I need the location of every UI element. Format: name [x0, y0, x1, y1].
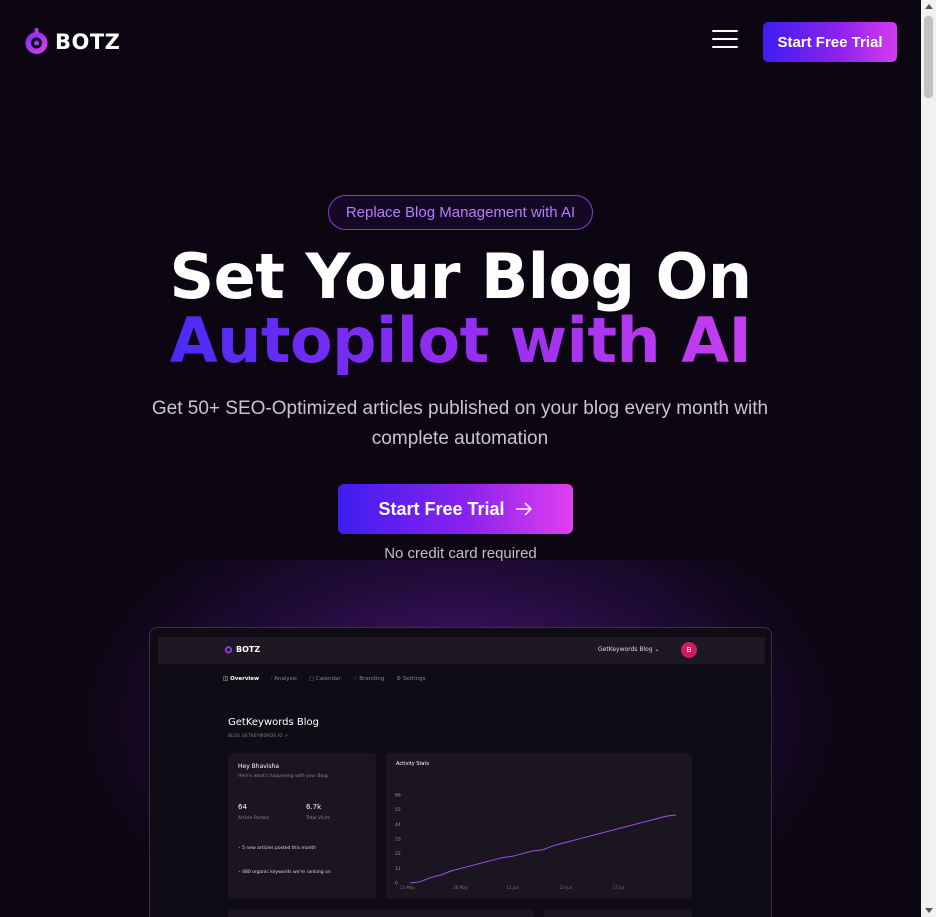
scroll-down-icon[interactable]	[925, 908, 933, 913]
hamburger-icon[interactable]	[712, 30, 738, 50]
botz-logo-icon	[224, 646, 233, 654]
no-credit-card-note: No credit card required	[384, 545, 537, 562]
stat-articles-value: 64	[238, 803, 247, 811]
x-tick-label: 26 May	[453, 885, 468, 890]
y-tick-label: 22	[395, 851, 401, 857]
hero-badge: Replace Blog Management with AI	[328, 195, 593, 230]
blog-selector-label: GetKeywords Blog	[598, 646, 653, 653]
activity-series-line	[409, 814, 677, 884]
y-tick-label: 0	[395, 881, 398, 887]
scroll-up-icon[interactable]	[925, 4, 933, 9]
brand-logo[interactable]: BOTZ	[24, 28, 120, 56]
x-tick-label: 11 Jun	[506, 885, 519, 890]
tab-calendar[interactable]: ▢ Calendar	[309, 676, 341, 683]
hero-cta-label: Start Free Trial	[378, 498, 505, 519]
dashboard-tabs: ◫ Overview ⫶ Analysis ▢ Calendar ♢ Brand…	[223, 676, 425, 683]
greeting-card: Hey Bhavisha Here's what's happening wit…	[228, 753, 376, 899]
bullet-icon: •	[238, 846, 241, 851]
y-tick-label: 44	[395, 822, 401, 828]
dashboard-topbar: BOTZ GetKeywords Blog ⌄ B	[158, 637, 765, 664]
y-tick-label: 55	[395, 807, 401, 813]
tab-overview[interactable]: ◫ Overview	[223, 676, 259, 683]
start-free-trial-button[interactable]: Start Free Trial	[763, 22, 897, 62]
tab-analysis[interactable]: ⫶ Analysis	[271, 676, 297, 683]
y-tick-label: 66	[395, 793, 401, 799]
brand-name: BOTZ	[55, 30, 121, 54]
highlight-item: • 480 organic keywords we're ranking on	[238, 870, 331, 875]
x-tick-label: 13 May	[400, 885, 415, 890]
dashboard-preview: BOTZ GetKeywords Blog ⌄ B ◫ Overview ⫶ A…	[149, 627, 772, 917]
lower-card-right	[544, 909, 692, 917]
page: BOTZ Start Free Trial Replace Blog Manag…	[0, 0, 921, 917]
calendar-icon: ▢	[308, 676, 316, 682]
lower-card-left	[228, 909, 534, 917]
greeting-subtext: Here's what's happening with your Blog.	[238, 774, 329, 779]
external-link-icon: ↗	[284, 733, 289, 738]
tab-settings[interactable]: ⚙ Settings	[396, 676, 425, 683]
bullet-icon: •	[238, 870, 241, 875]
dashboard-brand-name: BOTZ	[236, 645, 261, 654]
chevron-down-icon: ⌄	[654, 646, 660, 653]
activity-chart: 0 11 22 33 44 55 66 13 May 26 May 11 Jun 23 Jun 17 …	[395, 793, 677, 890]
dashboard-logo: BOTZ	[224, 645, 260, 654]
greeting-text: Hey Bhavisha	[238, 763, 280, 770]
x-tick-label: 23 Jun	[560, 885, 573, 890]
hero-title-line1: Set Your Blog On	[169, 240, 752, 313]
page-scrollbar[interactable]	[921, 0, 936, 917]
y-tick-label: 33	[395, 837, 401, 843]
hero-title-gradient-text: Autopilot with AI	[169, 304, 752, 377]
hero-subtitle: Get 50+ SEO-Optimized articles published…	[151, 398, 769, 449]
gear-icon: ⚙	[396, 676, 403, 682]
stat-visits-value: 6.7k	[306, 803, 322, 811]
dashboard-title: GetKeywords Blog	[228, 717, 320, 728]
highlight-item: • 5 new articles posted this month	[238, 846, 317, 851]
x-tick-label: 17 Jul	[613, 885, 624, 890]
activity-stats-card: Activity Stats 0 11 22 33 44 55 66 13 May 26 May…	[386, 753, 692, 899]
stat-visits-label: Total Visits	[306, 816, 330, 821]
hero-title-line2: Autopilot with AI	[0, 304, 921, 377]
avatar[interactable]: B	[681, 642, 697, 658]
arrow-right-icon	[515, 502, 532, 516]
tab-branding[interactable]: ♢ Branding	[353, 676, 385, 683]
dashboard-url[interactable]: BLOG.GETKEYWORDS.IO ↗	[228, 733, 288, 738]
y-tick-label: 11	[395, 866, 401, 872]
scroll-thumb[interactable]	[924, 16, 933, 98]
botz-logo-icon	[25, 28, 48, 54]
stat-articles-label: Article Posted	[238, 816, 269, 821]
hero-start-free-trial-button[interactable]: Start Free Trial	[338, 484, 573, 534]
blog-selector[interactable]: GetKeywords Blog ⌄	[598, 646, 660, 653]
